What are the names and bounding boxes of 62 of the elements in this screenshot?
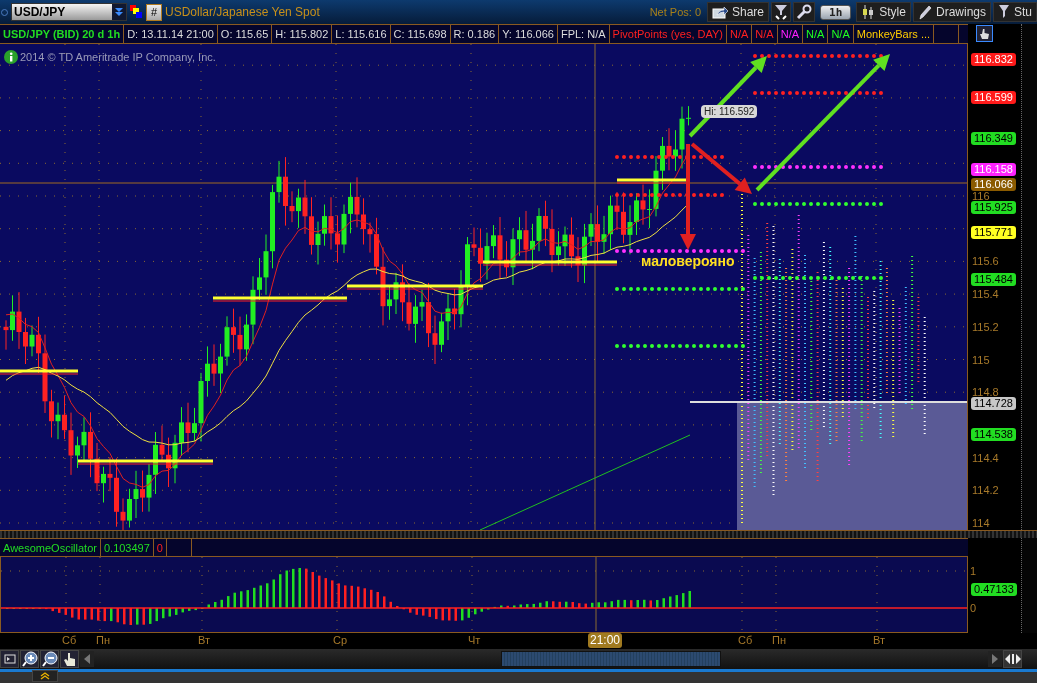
time-axis-label: Сб — [62, 634, 77, 647]
price-badge: 116.599 — [971, 91, 1016, 105]
symbol-description: USDollar/Japanese Yen Spot — [165, 5, 320, 19]
price-axis-label: 114.8 — [972, 385, 999, 399]
price-badge: 116.349 — [971, 131, 1016, 145]
study-label: AwesomeOscillator — [0, 539, 101, 556]
price-badge: 114.728 — [971, 397, 1016, 410]
price-axis-label: 114.2 — [972, 483, 999, 498]
study-value[interactable]: N/A — [752, 25, 778, 43]
quote-field: Y: 116.066 — [499, 25, 558, 43]
drawings-button[interactable]: Drawings — [912, 2, 991, 22]
quote-field: O: 115.65 — [217, 25, 273, 43]
price-badge: 116.158 — [971, 163, 1016, 177]
price-axis-label: 114 — [972, 516, 990, 530]
copyright-text: 2014 © TD Ameritrade IP Company, Inc. — [20, 51, 216, 63]
price-badge: 116.832 — [971, 53, 1016, 66]
studies-button[interactable]: Stu — [993, 2, 1037, 22]
study-value[interactable]: N/A — [828, 25, 854, 43]
share-button[interactable]: Share — [707, 2, 770, 22]
price-axis-label: 116 — [972, 189, 990, 203]
time-axis-label: Вт — [873, 634, 885, 647]
aggregation-button[interactable]: 1h — [820, 4, 852, 20]
quote-field: C: 115.698 — [390, 25, 451, 43]
study-value[interactable]: MonkeyBars ... — [853, 25, 935, 43]
quote-field: FPL: N/A — [557, 25, 610, 43]
price-axis-label: 115.2 — [972, 319, 999, 334]
time-axis-label: Ср — [333, 634, 348, 647]
study-value[interactable]: N/A — [777, 25, 804, 43]
annotation-text: маловерояно — [641, 253, 735, 269]
hash-button[interactable]: # — [146, 3, 162, 21]
time-axis-label: Сб — [738, 634, 753, 647]
oscillator-axis-label: 1 — [970, 565, 977, 577]
price-badge: 115.925 — [971, 201, 1016, 215]
quote-field: D: 13.11.14 21:00 — [124, 25, 218, 43]
quote-field: L: 115.616 — [332, 25, 391, 43]
oscillator-axis-label: 0 — [970, 602, 977, 614]
symbol-dropdown[interactable]: USD/JPY — [11, 3, 127, 21]
price-badge: 115.484 — [971, 273, 1016, 287]
time-axis-label: Пн — [772, 634, 786, 647]
oscillator-value-badge: 0.47133 — [971, 583, 1017, 596]
price-axis-label: 115.6 — [972, 254, 999, 269]
price-badge: 114.538 — [971, 428, 1016, 441]
quote-field: R: 0.186 — [450, 25, 500, 43]
study-label[interactable]: PivotPoints (yes, DAY) — [609, 25, 727, 43]
time-axis-label: Вт — [198, 634, 210, 647]
quote-field: H: 115.802 — [272, 25, 333, 43]
price-badge: 115.771 — [971, 226, 1016, 240]
study-value: 0.103497 — [100, 539, 154, 556]
study-value: 0 — [153, 539, 167, 556]
time-cursor-badge: 21:00 — [588, 633, 623, 648]
time-axis-label: Пн — [96, 634, 110, 647]
symbol-title: USD/JPY (BID) 20 d 1h — [0, 25, 125, 43]
net-position-label: Net Pos: 0 — [649, 6, 701, 18]
study-value[interactable]: N/A — [727, 25, 753, 43]
study-value[interactable]: N/A — [803, 25, 829, 43]
high-price-callout: Hi: 116.592 — [701, 105, 758, 118]
style-button[interactable]: Style — [856, 2, 911, 22]
price-axis-label: 115 — [972, 352, 990, 367]
time-axis-label: Чт — [468, 634, 481, 647]
price-badge: 116.066 — [971, 178, 1016, 192]
price-axis-label: 115.4 — [972, 287, 999, 302]
price-axis-label: 114.4 — [972, 450, 999, 465]
